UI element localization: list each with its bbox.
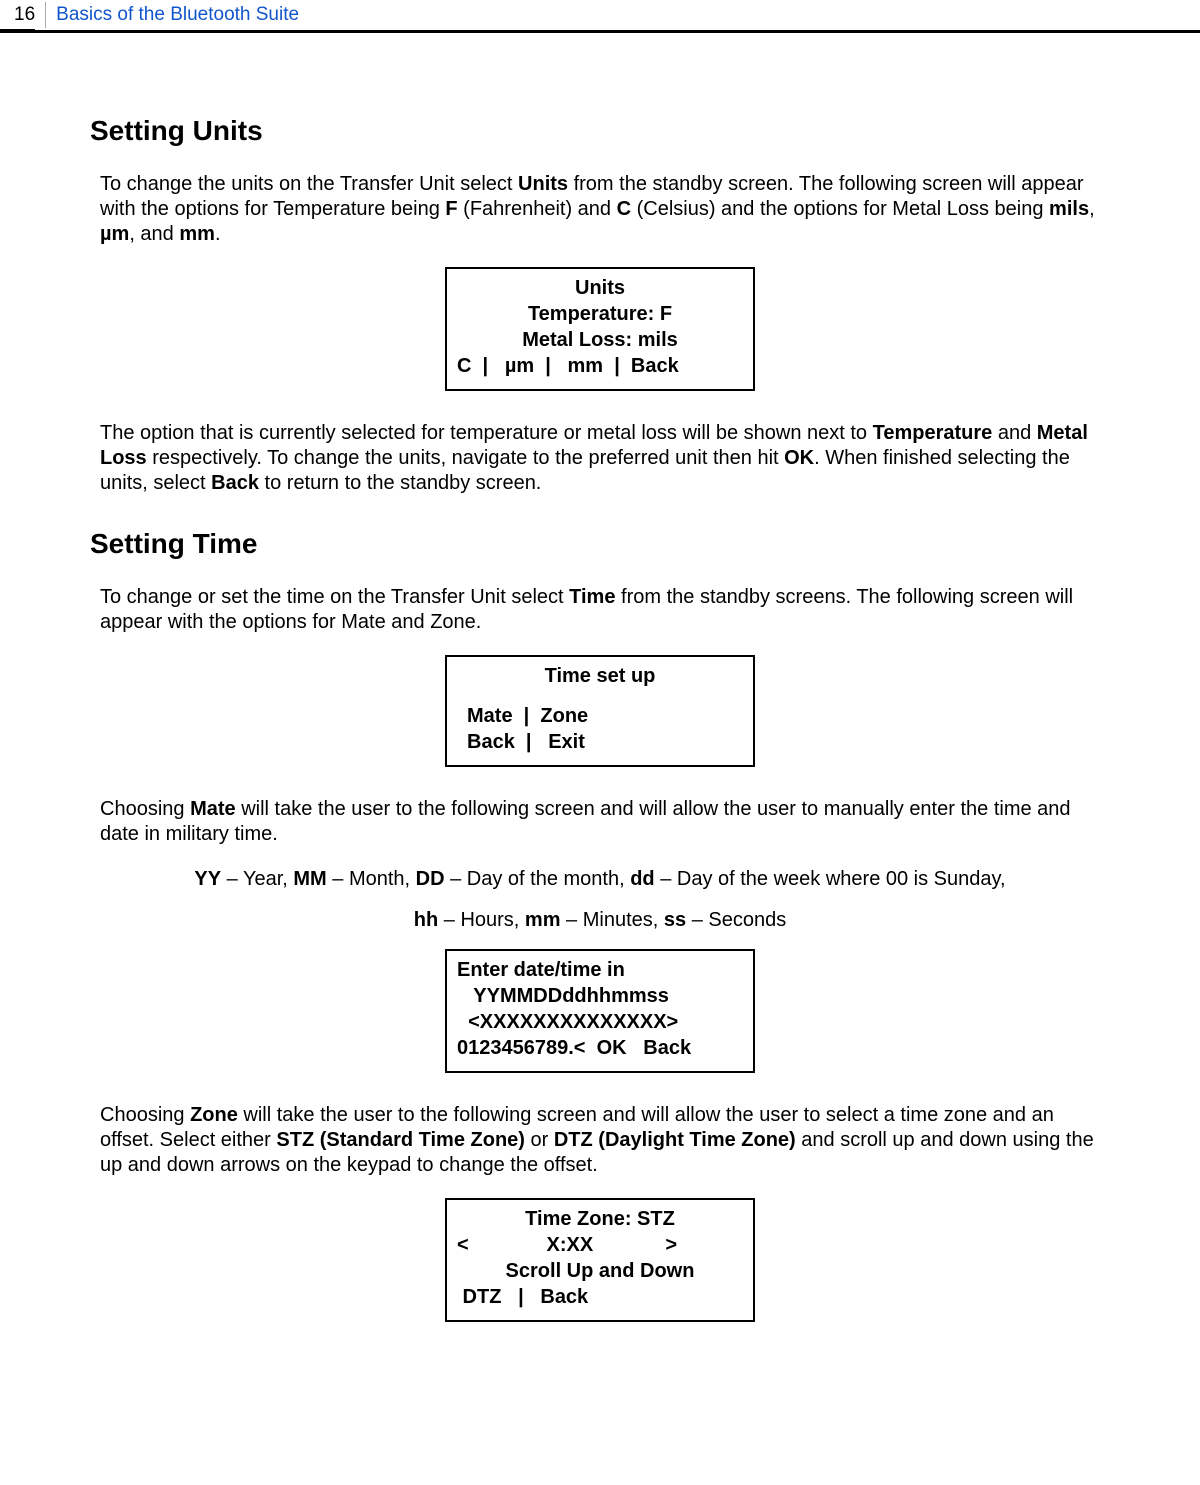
units-screen-box: Units Temperature: F Metal Loss: mils C … (445, 267, 755, 391)
box-line: Units (457, 275, 743, 301)
text: (Celsius) and the options for Metal Loss… (631, 198, 1049, 220)
bold-mate: Mate (190, 798, 236, 820)
box-line: < X:XX > (457, 1232, 743, 1258)
box-line: YYMMDDddhhmmss (457, 983, 743, 1009)
text: – Minutes, (561, 909, 664, 931)
box-line: Temperature: F (457, 301, 743, 327)
bold-um: µm (100, 223, 129, 245)
text: will take the user to the following scre… (100, 798, 1071, 845)
box-blank-line (457, 689, 743, 703)
bold-dd-lower: dd (630, 868, 654, 890)
bold-ok: OK (784, 447, 814, 469)
text: , and (129, 223, 179, 245)
text: To change or set the time on the Transfe… (100, 586, 569, 608)
text: – Seconds (686, 909, 786, 931)
text: – Hours, (438, 909, 525, 931)
bold-stz: STZ (Standard Time Zone) (276, 1129, 525, 1151)
bold-mils: mils (1049, 198, 1089, 220)
date-format-legend-1: YY – Year, MM – Month, DD – Day of the m… (100, 867, 1100, 892)
box-line: Scroll Up and Down (457, 1258, 743, 1284)
bold-back: Back (211, 472, 259, 494)
box-line: Metal Loss: mils (457, 327, 743, 353)
text: , (1089, 198, 1095, 220)
box-line: 0123456789.< OK Back (457, 1035, 743, 1061)
bold-units: Units (518, 173, 568, 195)
header-rule (0, 30, 1200, 33)
setting-time-para2: Choosing Mate will take the user to the … (100, 797, 1100, 847)
text: or (525, 1129, 554, 1151)
box-line: Mate | Zone (457, 703, 743, 729)
setting-time-para3: Choosing Zone will take the user to the … (100, 1103, 1100, 1178)
setting-units-para2: The option that is currently selected fo… (100, 421, 1100, 496)
bold-zone: Zone (190, 1104, 238, 1126)
bold-temperature: Temperature (873, 422, 993, 444)
bold-c: C (617, 198, 631, 220)
text: respectively. To change the units, navig… (147, 447, 784, 469)
datetime-entry-box: Enter date/time in YYMMDDddhhmmss <XXXXX… (445, 949, 755, 1073)
text: (Fahrenheit) and (458, 198, 617, 220)
bold-f: F (445, 198, 457, 220)
timezone-screen-box: Time Zone: STZ < X:XX > Scroll Up and Do… (445, 1198, 755, 1322)
page-content: Setting Units To change the units on the… (0, 33, 1200, 1372)
heading-setting-time: Setting Time (90, 526, 1100, 561)
text: To change the units on the Transfer Unit… (100, 173, 518, 195)
bold-yy: YY (194, 868, 221, 890)
text: . (215, 223, 221, 245)
text: – Day of the month, (445, 868, 631, 890)
text: – Month, (327, 868, 416, 890)
bold-mm2: mm (525, 909, 561, 931)
page-header: 16 Basics of the Bluetooth Suite (0, 0, 1200, 30)
bold-mm: mm (179, 223, 215, 245)
bold-time: Time (569, 586, 615, 608)
box-line: Back | Exit (457, 729, 743, 755)
setting-units-para1: To change the units on the Transfer Unit… (100, 172, 1100, 247)
box-line: C | µm | mm | Back (457, 353, 743, 379)
bold-ss: ss (664, 909, 686, 931)
text: and (992, 422, 1036, 444)
box-line: Enter date/time in (457, 957, 743, 983)
bold-hh: hh (414, 909, 438, 931)
setting-time-para1: To change or set the time on the Transfe… (100, 585, 1100, 635)
header-section-title: Basics of the Bluetooth Suite (46, 4, 299, 26)
bold-mm: MM (293, 868, 326, 890)
box-line: Time set up (457, 663, 743, 689)
timesetup-screen-box: Time set up Mate | Zone Back | Exit (445, 655, 755, 767)
text: The option that is currently selected fo… (100, 422, 873, 444)
text: Choosing (100, 798, 190, 820)
heading-setting-units: Setting Units (90, 113, 1100, 148)
box-line: <XXXXXXXXXXXXXX> (457, 1009, 743, 1035)
page-number: 16 (0, 2, 46, 28)
text: – Day of the week where 00 is Sunday, (655, 868, 1006, 890)
bold-dd-upper: DD (416, 868, 445, 890)
text: – Year, (221, 868, 293, 890)
box-line: Time Zone: STZ (457, 1206, 743, 1232)
text: to return to the standby screen. (259, 472, 541, 494)
bold-dtz: DTZ (Daylight Time Zone) (554, 1129, 796, 1151)
date-format-legend-2: hh – Hours, mm – Minutes, ss – Seconds (100, 908, 1100, 933)
box-line: DTZ | Back (457, 1284, 743, 1310)
text: Choosing (100, 1104, 190, 1126)
